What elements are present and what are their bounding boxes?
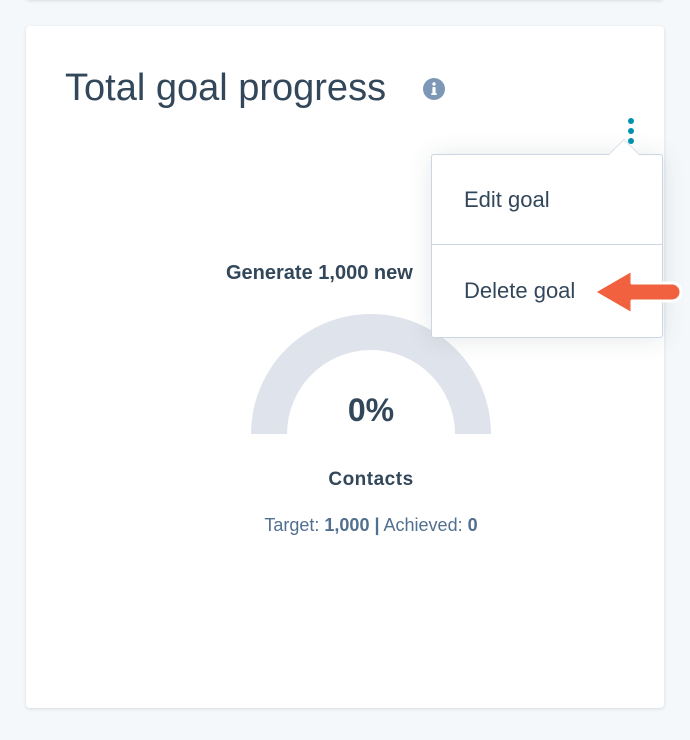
achieved-value: 0	[467, 515, 478, 535]
edit-goal-menu-item[interactable]: Edit goal	[432, 155, 662, 245]
target-label: Target:	[264, 515, 320, 535]
goal-metric: Contacts	[328, 469, 414, 490]
goal-progress-card: Total goal progress Generate 1,000 new 0…	[26, 26, 664, 708]
target-achieved-line: Target: 1,000 | Achieved: 0	[196, 515, 546, 536]
annotation-arrow-icon	[592, 268, 682, 316]
dropdown-caret	[608, 139, 640, 155]
target-value: 1,000	[324, 515, 370, 535]
progress-percent: 0%	[347, 392, 395, 428]
card-title: Total goal progress	[65, 67, 387, 109]
goal-name: Generate 1,000 new	[226, 262, 413, 284]
achieved-label: Achieved:	[383, 515, 463, 535]
info-icon[interactable]	[423, 78, 445, 100]
separator: |	[374, 515, 380, 535]
